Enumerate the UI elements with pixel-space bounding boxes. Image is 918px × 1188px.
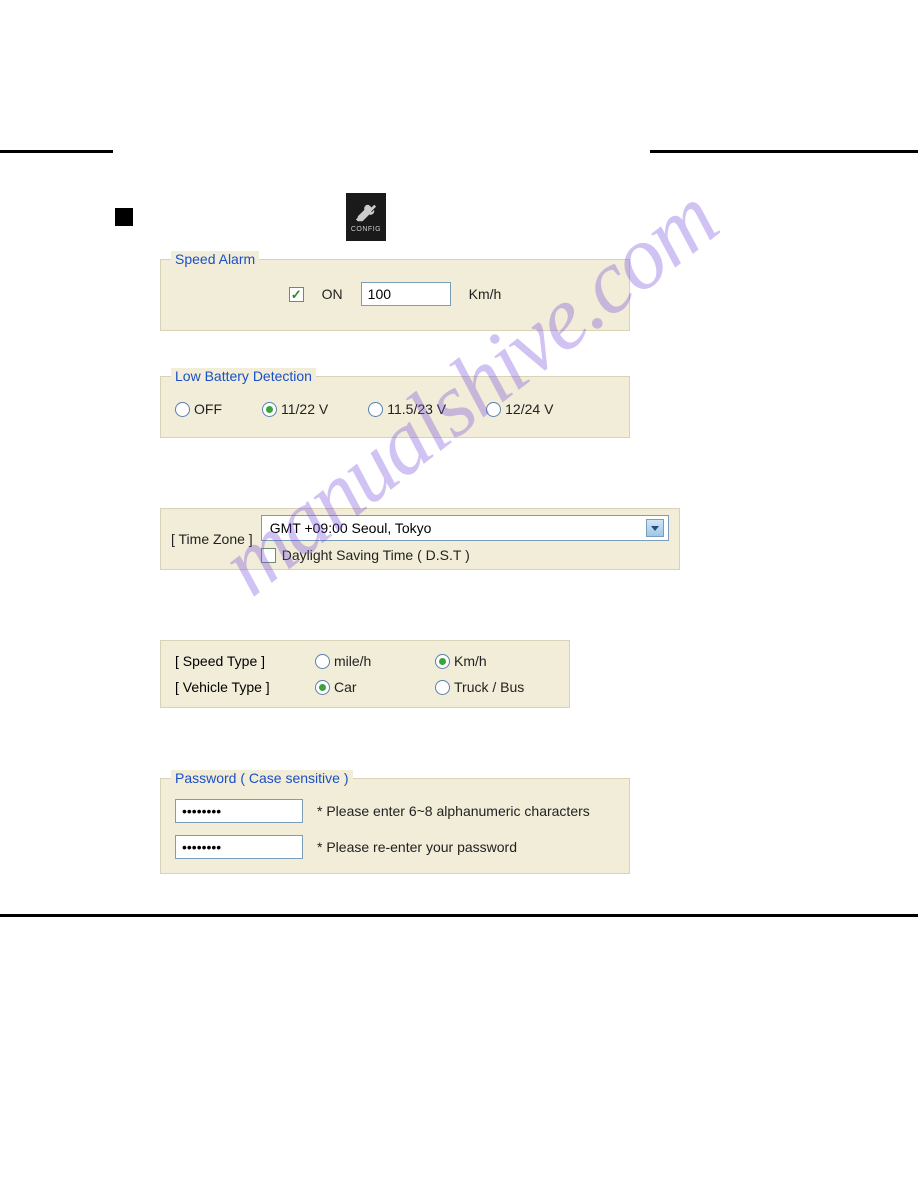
time-zone-panel: [ Time Zone ] GMT +09:00 Seoul, Tokyo Da…	[160, 508, 680, 570]
config-icon: CONFIG	[346, 193, 386, 241]
vehicle-type-radio-car[interactable]	[315, 680, 330, 695]
speed-type-label-mileh: mile/h	[334, 653, 371, 669]
speed-alarm-title: Speed Alarm	[171, 251, 259, 267]
speed-alarm-on-checkbox[interactable]	[289, 287, 304, 302]
speed-alarm-on-label: ON	[322, 286, 343, 302]
password-hint-1: * Please enter 6~8 alphanumeric characte…	[317, 803, 590, 819]
tools-icon	[355, 202, 377, 224]
chevron-down-icon	[646, 519, 664, 537]
vehicle-type-label: [ Vehicle Type ]	[175, 679, 295, 695]
password-input-1[interactable]	[175, 799, 303, 823]
bottom-divider	[0, 914, 918, 917]
top-divider	[0, 150, 918, 153]
low-battery-radio-12-24[interactable]	[486, 402, 501, 417]
time-zone-select[interactable]: GMT +09:00 Seoul, Tokyo	[261, 515, 669, 541]
low-battery-radio-11-5-23[interactable]	[368, 402, 383, 417]
speed-type-label: [ Speed Type ]	[175, 653, 295, 669]
speed-type-radio-mileh[interactable]	[315, 654, 330, 669]
low-battery-radio-11-22[interactable]	[262, 402, 277, 417]
speed-alarm-unit: Km/h	[469, 286, 502, 302]
speed-type-radio-kmh[interactable]	[435, 654, 450, 669]
low-battery-label-12-24: 12/24 V	[505, 401, 553, 417]
vehicle-type-radio-truckbus[interactable]	[435, 680, 450, 695]
vehicle-type-label-truckbus: Truck / Bus	[454, 679, 524, 695]
vehicle-type-label-car: Car	[334, 679, 357, 695]
bullet-square	[115, 208, 133, 226]
time-zone-selected: GMT +09:00 Seoul, Tokyo	[270, 520, 432, 536]
time-zone-label: [ Time Zone ]	[171, 531, 253, 547]
speed-vehicle-panel: [ Speed Type ] mile/h Km/h [ Vehicle Typ…	[160, 640, 570, 708]
speed-alarm-panel: Speed Alarm ON Km/h	[160, 259, 630, 331]
low-battery-label-11-5-23: 11.5/23 V	[387, 401, 446, 417]
low-battery-label-11-22: 11/22 V	[281, 401, 328, 417]
password-hint-2: * Please re-enter your password	[317, 839, 517, 855]
low-battery-radio-off[interactable]	[175, 402, 190, 417]
low-battery-title: Low Battery Detection	[171, 368, 316, 384]
low-battery-label-off: OFF	[194, 401, 222, 417]
password-panel: Password ( Case sensitive ) * Please ent…	[160, 778, 630, 874]
speed-alarm-value-input[interactable]	[361, 282, 451, 306]
config-icon-label: CONFIG	[351, 226, 381, 233]
dst-checkbox[interactable]	[261, 548, 276, 563]
password-title: Password ( Case sensitive )	[171, 770, 353, 786]
password-input-2[interactable]	[175, 835, 303, 859]
low-battery-panel: Low Battery Detection OFF 11/22 V 11.5/2…	[160, 376, 630, 438]
speed-type-label-kmh: Km/h	[454, 653, 487, 669]
dst-label: Daylight Saving Time ( D.S.T )	[282, 547, 470, 563]
